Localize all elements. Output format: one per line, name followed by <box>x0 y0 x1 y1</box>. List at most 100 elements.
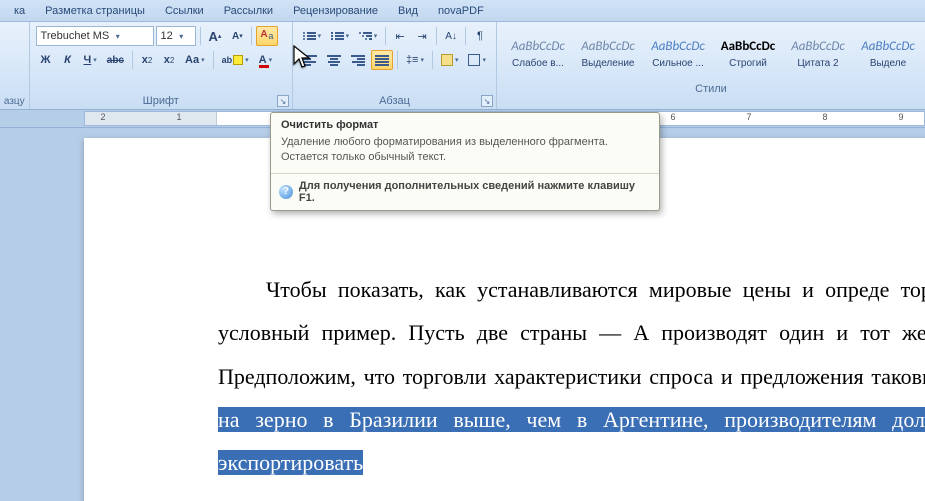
menu-item[interactable]: Вид <box>388 3 428 19</box>
increase-indent-icon: ⇥ <box>418 30 427 43</box>
menu-item[interactable]: Ссылки <box>155 3 214 19</box>
style-preview-icon: AaBbCcDc <box>651 39 705 54</box>
chevron-down-icon: ▾ <box>113 32 122 41</box>
underline-button[interactable]: Ч▾ <box>80 50 101 70</box>
justify-icon <box>375 54 389 67</box>
style-item[interactable]: AaBbCcDc Цитата 2 <box>783 26 853 82</box>
ribbon: азцу Trebuchet MS ▾ 12 ▾ A▴ A▾ <box>0 22 925 110</box>
menu-item[interactable]: Рецензирование <box>283 3 388 19</box>
separator <box>213 51 214 69</box>
highlight-button[interactable]: ab▾ <box>218 50 253 70</box>
style-label: Слабое в... <box>512 58 564 69</box>
clear-format-icon <box>260 31 274 41</box>
shading-button[interactable]: ▾ <box>437 50 463 70</box>
pilcrow-icon: ¶ <box>477 30 483 42</box>
multilevel-icon <box>359 31 372 41</box>
show-marks-button[interactable]: ¶ <box>470 26 490 46</box>
subscript-button[interactable]: x2 <box>137 50 157 70</box>
bullets-button[interactable]: ▾ <box>299 26 325 46</box>
borders-button[interactable]: ▾ <box>464 50 490 70</box>
help-icon: ? <box>279 185 293 199</box>
strikethrough-button[interactable]: abc <box>103 50 128 70</box>
increase-indent-button[interactable]: ⇥ <box>412 26 432 46</box>
separator <box>397 51 398 69</box>
separator <box>132 51 133 69</box>
shrink-font-button[interactable]: A▾ <box>227 26 247 46</box>
align-right-button[interactable] <box>347 50 369 70</box>
font-group: Trebuchet MS ▾ 12 ▾ A▴ A▾ Ж К Ч▾ a <box>30 22 293 109</box>
clipboard-group-stub: азцу <box>0 22 30 109</box>
highlight-swatch-icon <box>233 55 243 65</box>
decrease-indent-icon: ⇤ <box>396 30 405 43</box>
style-item[interactable]: AaBbCcDc Выделение <box>573 26 643 82</box>
separator <box>465 27 466 45</box>
multilevel-button[interactable]: ▾ <box>355 26 381 46</box>
line-spacing-icon: ‡≡ <box>406 54 419 66</box>
menu-item[interactable]: Разметка страницы <box>35 3 155 19</box>
clear-formatting-button[interactable] <box>256 26 278 46</box>
separator <box>251 27 252 45</box>
style-item[interactable]: AaBbCcDc Сильное ... <box>643 26 713 82</box>
sort-icon: A↓ <box>445 31 457 42</box>
tooltip-popup: Очистить формат Удаление любого форматир… <box>270 112 660 211</box>
style-item[interactable]: AaBbCcDc Строгий <box>713 26 783 82</box>
style-label: Строгий <box>729 58 767 69</box>
style-label: Выделе <box>870 58 906 69</box>
borders-icon <box>468 54 480 66</box>
align-center-button[interactable] <box>323 50 345 70</box>
numbering-icon <box>331 31 344 41</box>
style-preview-icon: AaBbCcDc <box>791 39 845 54</box>
tooltip-footer: ? Для получения дополнительных сведений … <box>271 173 659 210</box>
tooltip-body: Удаление любого форматирования из выделе… <box>271 133 659 173</box>
style-item[interactable]: AaBbCcDc Слабое в... <box>503 26 573 82</box>
separator <box>385 27 386 45</box>
chevron-down-icon: ▾ <box>177 32 186 41</box>
separator <box>432 51 433 69</box>
styles-group-label: Стили <box>497 82 925 97</box>
grow-font-button[interactable]: A▴ <box>205 26 226 46</box>
font-color-button[interactable]: A▾ <box>255 50 276 70</box>
style-label: Цитата 2 <box>797 58 838 69</box>
style-preview-icon: AaBbCcDc <box>581 39 635 54</box>
tooltip-title: Очистить формат <box>271 113 659 133</box>
style-label: Сильное ... <box>652 58 704 69</box>
menu-item[interactable]: novaPDF <box>428 3 494 19</box>
document-text[interactable]: Чтобы показать, как устанавливаются миро… <box>218 268 925 485</box>
dialog-launcher-icon[interactable]: ↘ <box>481 95 493 107</box>
menu-item[interactable]: Рассылки <box>214 3 283 19</box>
separator <box>436 27 437 45</box>
menu-bar: ка Разметка страницы Ссылки Рассылки Рец… <box>0 0 925 22</box>
style-label: Выделение <box>582 58 635 69</box>
line-spacing-button[interactable]: ‡≡▾ <box>402 50 428 70</box>
align-left-button[interactable] <box>299 50 321 70</box>
numbering-button[interactable]: ▾ <box>327 26 353 46</box>
bullets-icon <box>303 31 316 41</box>
style-preview-icon: AaBbCcDc <box>721 39 776 54</box>
style-item[interactable]: AaBbCcDc Выделе <box>853 26 923 82</box>
align-right-icon <box>351 54 365 67</box>
shading-icon <box>441 54 453 66</box>
clipboard-label-stub: азцу <box>4 96 25 107</box>
font-name-combo[interactable]: Trebuchet MS ▾ <box>36 26 154 46</box>
change-case-button[interactable]: Aa▾ <box>181 50 209 70</box>
paragraph-group: ▾ ▾ ▾ ⇤ ⇥ A↓ ¶ ‡≡▾ ▾ ▾ <box>293 22 497 109</box>
italic-button[interactable]: К <box>58 50 78 70</box>
style-preview-icon: AaBbCcDc <box>511 39 565 54</box>
align-center-icon <box>327 54 341 67</box>
styles-group: AaBbCcDc Слабое в... AaBbCcDc Выделение … <box>497 22 925 109</box>
font-size-combo[interactable]: 12 ▾ <box>156 26 196 46</box>
font-color-swatch-icon <box>259 65 269 68</box>
menu-item[interactable]: ка <box>4 3 35 19</box>
dialog-launcher-icon[interactable]: ↘ <box>277 95 289 107</box>
justify-button[interactable] <box>371 50 393 70</box>
style-preview-icon: AaBbCcDc <box>861 39 915 54</box>
font-size-value: 12 <box>161 30 173 42</box>
sort-button[interactable]: A↓ <box>441 26 461 46</box>
separator <box>200 27 201 45</box>
align-left-icon <box>303 54 317 67</box>
font-name-value: Trebuchet MS <box>41 30 110 42</box>
font-group-label: Шрифт ↘ <box>30 94 292 109</box>
superscript-button[interactable]: x2 <box>159 50 179 70</box>
decrease-indent-button[interactable]: ⇤ <box>390 26 410 46</box>
bold-button[interactable]: Ж <box>36 50 56 70</box>
